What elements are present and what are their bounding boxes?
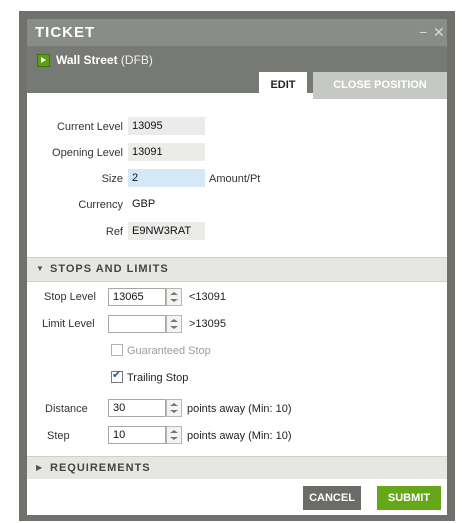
limit-level-stepper[interactable] [166,315,182,333]
stop-level-hint: <13091 [189,291,227,303]
tab-close-position[interactable]: CLOSE POSITION [313,72,447,99]
distance-input[interactable]: 30 [108,399,166,417]
opening-level-label: Opening Level [52,147,123,159]
guaranteed-stop-checkbox[interactable] [111,344,123,356]
step-label: Step [47,430,70,442]
stops-and-limits-title: STOPS AND LIMITS [50,263,169,275]
tab-edit[interactable]: EDIT [259,72,307,99]
stop-level-stepper[interactable] [166,288,182,306]
distance-label: Distance [45,403,88,415]
requirements-title: REQUIREMENTS [50,462,151,474]
guaranteed-stop-label: Guaranteed Stop [127,345,211,357]
play-icon [37,54,50,67]
stops-and-limits-header[interactable]: ▼ STOPS AND LIMITS [27,257,447,282]
cancel-button[interactable]: CANCEL [303,486,361,510]
size-label: Size [101,173,123,185]
ticket-footer: CANCEL SUBMIT [27,479,447,515]
close-icon[interactable]: ✕ [433,24,445,41]
size-unit: Amount/Pt [209,173,261,185]
instrument-name-text: Wall Street [56,53,118,67]
ref-value: E9NW3RAT [128,222,205,240]
requirements-header[interactable]: ▶ REQUIREMENTS [27,456,447,481]
window-title: TICKET [35,24,96,41]
distance-stepper[interactable] [166,399,182,417]
distance-hint: points away (Min: 10) [187,403,292,415]
title-bar: TICKET − ✕ [27,19,447,47]
limit-level-input[interactable] [108,315,166,333]
step-input[interactable]: 10 [108,426,166,444]
trailing-stop-checkbox[interactable] [111,368,123,383]
chevron-down-icon: ▼ [36,264,44,273]
step-stepper[interactable] [166,426,182,444]
chevron-right-icon: ▶ [36,463,43,472]
limit-level-hint: >13095 [189,318,227,330]
current-level-value: 13095 [128,117,205,135]
position-details: Current Level 13095 Opening Level 13091 … [27,99,447,277]
trailing-stop-label: Trailing Stop [127,372,189,384]
ref-label: Ref [105,226,123,238]
minimize-icon[interactable]: − [419,24,427,40]
stop-level-input[interactable]: 13065 [108,288,166,306]
step-hint: points away (Min: 10) [187,430,292,442]
currency-value: GBP [132,198,156,210]
currency-label: Currency [78,199,123,211]
ticket-window: TICKET − ✕ Wall Street (DFB) EDIT CLOSE … [27,19,447,515]
instrument-name: Wall Street (DFB) [56,53,153,67]
submit-button[interactable]: SUBMIT [377,486,441,510]
limit-level-label: Limit Level [42,318,95,330]
opening-level-value: 13091 [128,143,205,161]
stop-level-label: Stop Level [44,291,96,303]
instrument-code: (DFB) [120,53,153,67]
current-level-label: Current Level [56,121,123,133]
size-input[interactable]: 2 [128,169,205,187]
